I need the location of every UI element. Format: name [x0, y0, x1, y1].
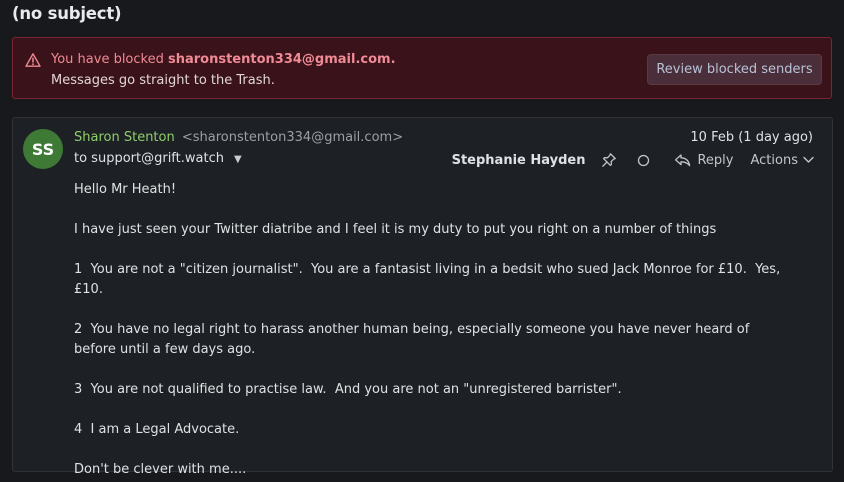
actions-dropdown[interactable]: Actions [751, 153, 815, 168]
recipient: to support@grift.watch [74, 151, 224, 166]
warning-icon [25, 53, 41, 67]
body-paragraph: 3 You are not qualified to practise law.… [74, 382, 622, 397]
body-paragraph: 4 I am a Legal Advocate. [74, 422, 240, 437]
message-card: SS Sharon Stenton <sharonstenton334@gmai… [12, 117, 833, 477]
body-paragraph: 1 You are not a "citizen journalist". Yo… [74, 262, 785, 297]
blocked-prefix: You have blocked [51, 52, 168, 67]
blocked-email: sharonstenton334@gmail.com [167, 52, 391, 67]
sender-email: <sharonstenton334@gmail.com> [181, 130, 404, 145]
blocked-sender-banner: You have blocked sharonstenton334@gmail.… [12, 37, 832, 99]
sender-name[interactable]: Sharon Stenton [74, 130, 175, 145]
pin-icon[interactable] [601, 152, 617, 168]
recipients-expand-icon[interactable]: ▼ [234, 154, 242, 165]
sender-line: Sharon Stenton <sharonstenton334@gmail.c… [74, 130, 403, 145]
recipient-line: to support@grift.watch ▼ [74, 151, 242, 166]
sender-avatar: SS [23, 129, 63, 169]
blocked-suffix: . [390, 52, 396, 67]
reply-button[interactable]: Reply [674, 152, 734, 168]
chevron-down-icon [803, 156, 814, 163]
body-paragraph: I have just seen your Twitter diatribe a… [74, 222, 717, 237]
actions-label: Actions [750, 152, 799, 168]
message-date: 10 Feb (1 day ago) [690, 130, 813, 145]
review-blocked-senders-button[interactable]: Review blocked senders [647, 54, 822, 85]
email-subject: (no subject) [12, 4, 122, 23]
body-paragraph: Don't be clever with me.... [74, 462, 247, 477]
reply-label: Reply [697, 152, 734, 168]
blocked-subtitle: Messages go straight to the Trash. [51, 73, 275, 88]
message-actions: Stephanie Hayden Reply Actions [452, 150, 814, 170]
body-paragraph: 2 You have no legal right to harass anot… [74, 322, 754, 357]
email-view: (no subject) You have blocked sharonsten… [0, 0, 844, 482]
assignee[interactable]: Stephanie Hayden [452, 153, 586, 168]
message-body: Hello Mr Heath! I have just seen your Tw… [74, 180, 794, 482]
blocked-message: You have blocked sharonstenton334@gmail.… [51, 52, 396, 67]
reply-icon [675, 154, 691, 167]
mark-done-circle-icon[interactable] [637, 154, 650, 167]
body-paragraph: Hello Mr Heath! [74, 182, 177, 197]
